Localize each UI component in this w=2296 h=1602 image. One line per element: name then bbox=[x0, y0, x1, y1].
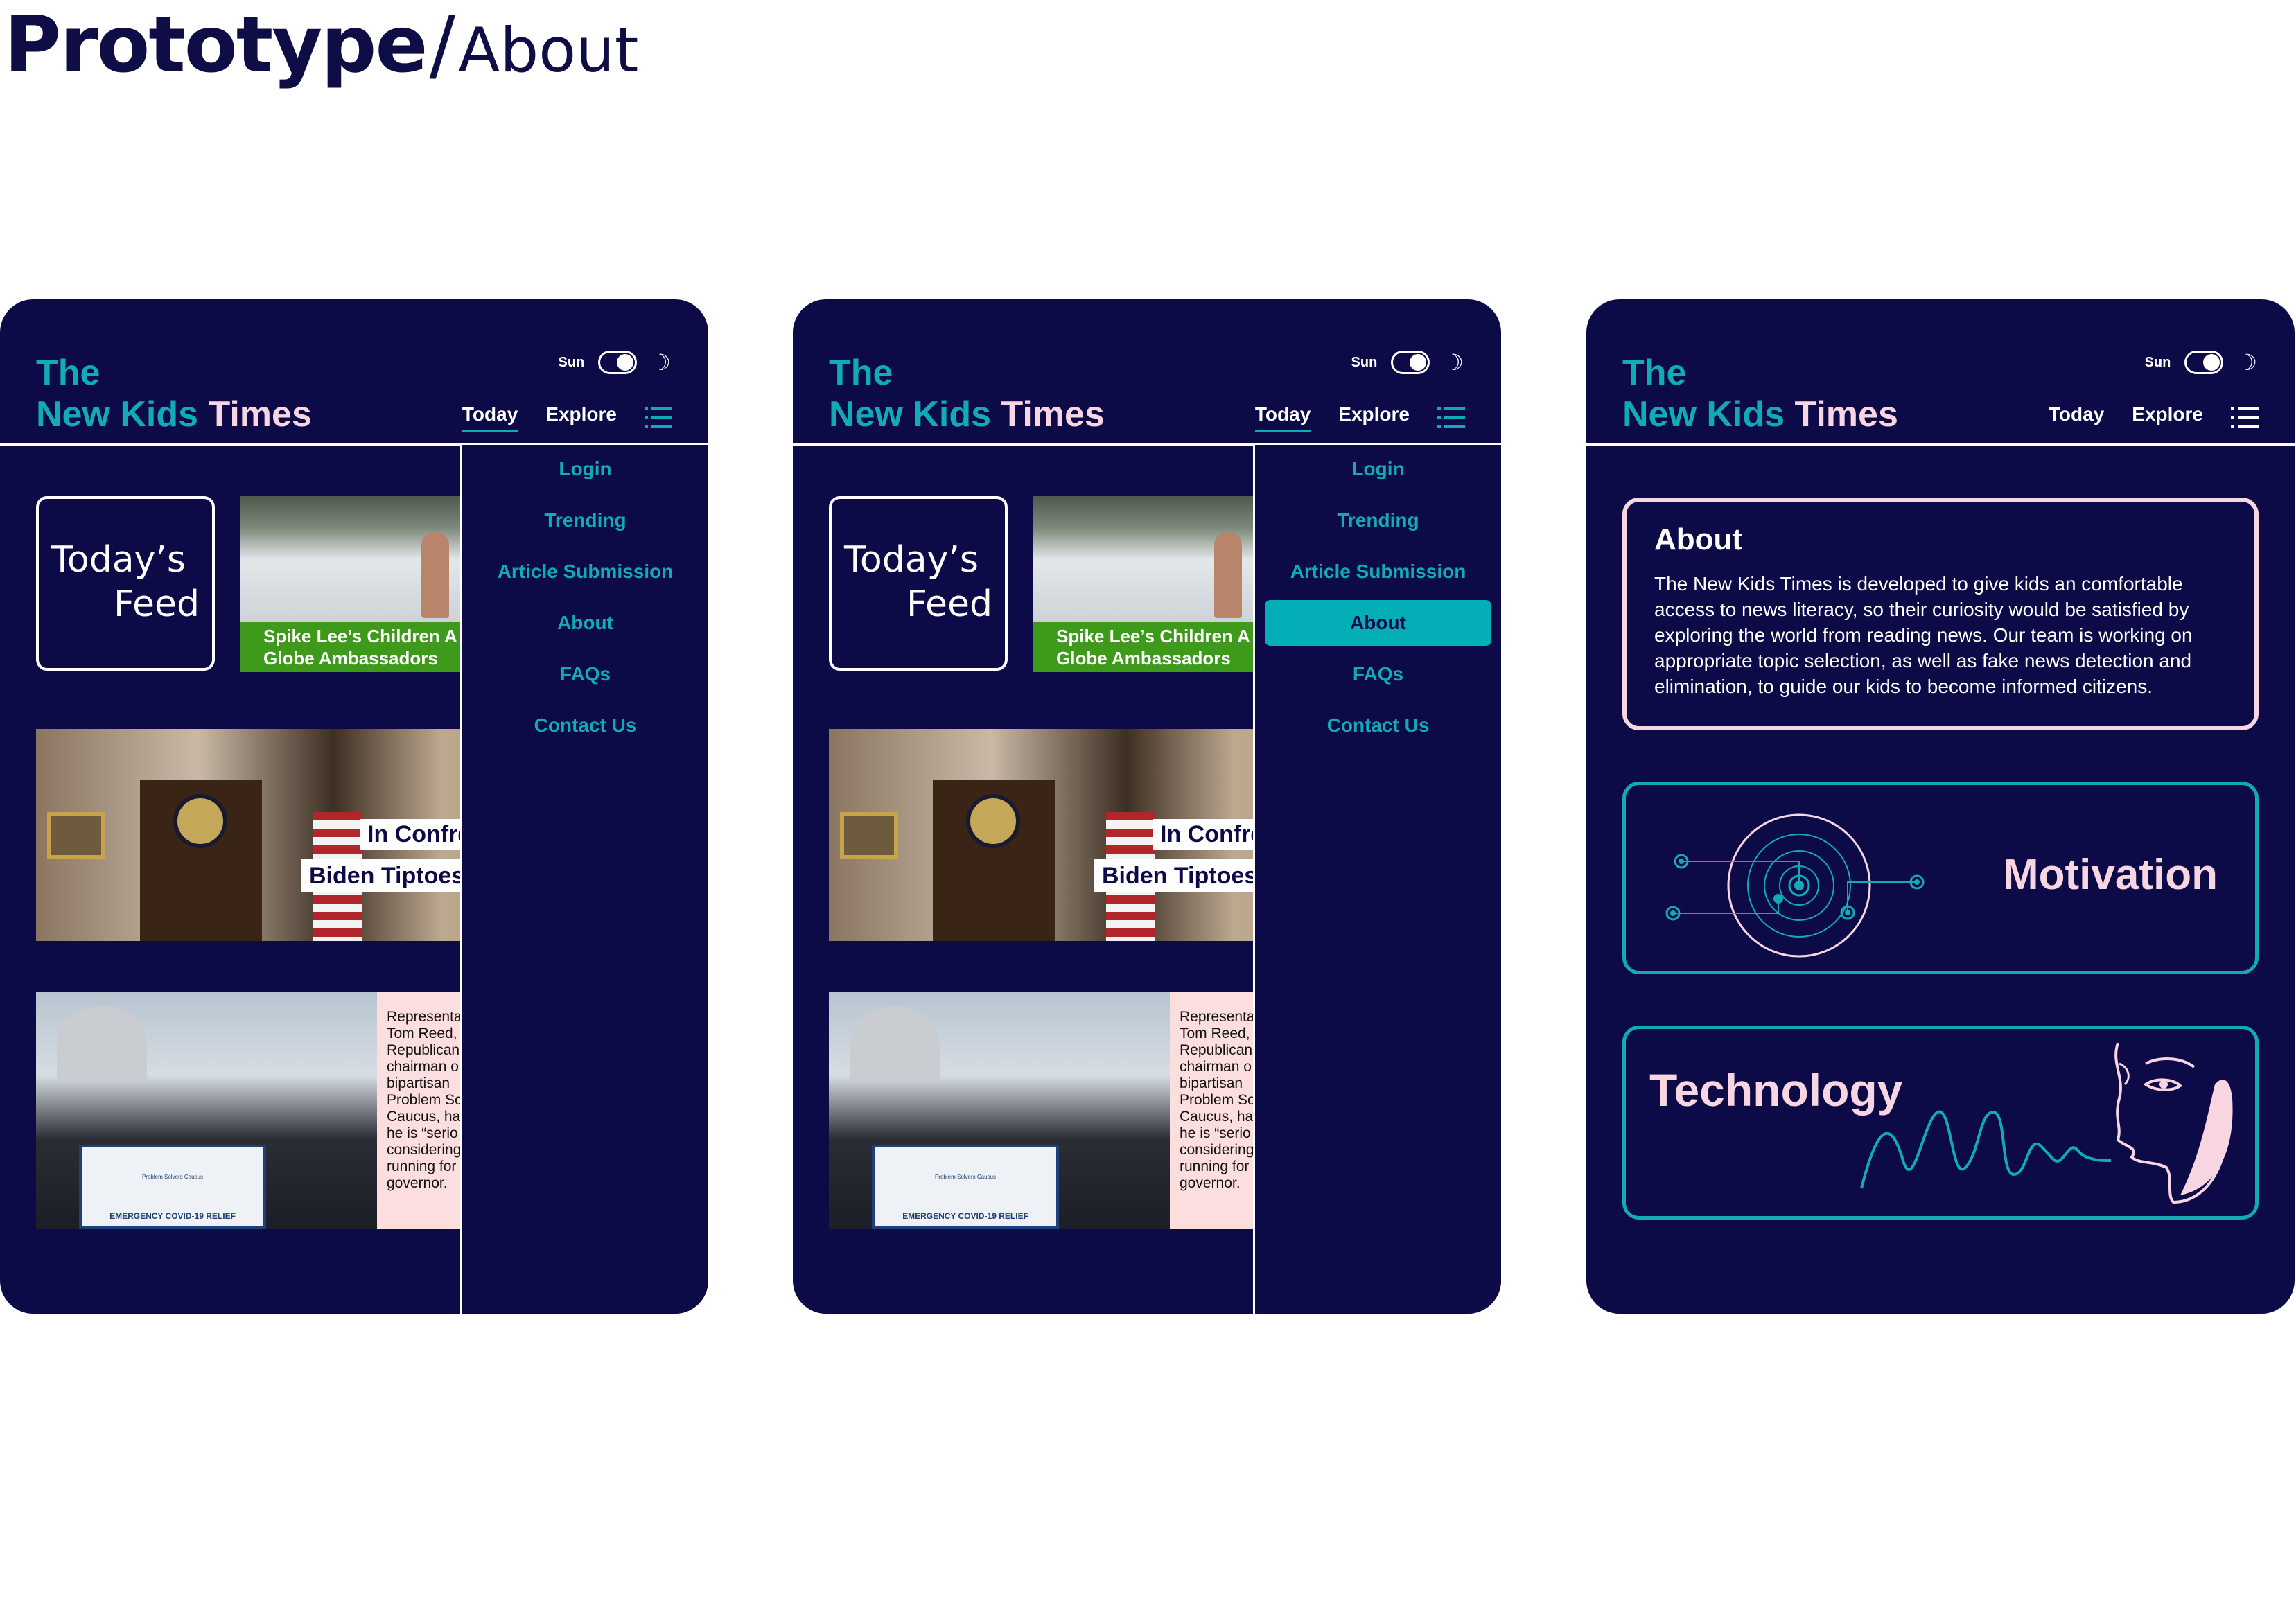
menu-item-article-submission[interactable]: Article Submission bbox=[472, 549, 699, 595]
theme-label: Sun bbox=[2144, 354, 2171, 370]
brand-logo[interactable]: The New Kids Times bbox=[1622, 352, 1898, 435]
menu-item-faqs[interactable]: FAQs bbox=[1265, 651, 1491, 697]
header-divider bbox=[1586, 443, 2295, 446]
headline-tag-2: Biden Tiptoes bbox=[301, 859, 473, 892]
menu-item-login[interactable]: Login bbox=[472, 446, 699, 492]
menu-item-faqs[interactable]: FAQs bbox=[472, 651, 699, 697]
feed-box-line1: Today’s bbox=[51, 539, 186, 581]
theme-label: Sun bbox=[1351, 354, 1378, 370]
list-menu-icon[interactable] bbox=[2231, 407, 2259, 428]
nav-explore[interactable]: Explore bbox=[2132, 403, 2203, 432]
menu-item-trending[interactable]: Trending bbox=[1265, 498, 1491, 543]
menu-item-login[interactable]: Login bbox=[1265, 446, 1491, 492]
article-image: Problem Solvers Caucus EMERGENCY COVID-19… bbox=[36, 992, 377, 1229]
toggle-knob bbox=[2203, 354, 2220, 371]
theme-switcher: Sun ☽ bbox=[559, 351, 671, 374]
page-title: Prototype / About bbox=[4, 0, 638, 111]
theme-toggle[interactable] bbox=[2184, 351, 2224, 374]
article-image: Problem Solvers Caucus EMERGENCY COVID-19… bbox=[829, 992, 1170, 1229]
moon-icon: ☽ bbox=[651, 350, 671, 375]
brand-line2a: New Kids bbox=[829, 394, 992, 434]
menu-item-contact[interactable]: Contact Us bbox=[472, 703, 699, 748]
lectern-org: Problem Solvers Caucus bbox=[141, 1174, 204, 1180]
top-nav: Today Explore bbox=[2049, 403, 2259, 432]
list-menu-icon[interactable] bbox=[1437, 407, 1465, 428]
brand-logo[interactable]: The New Kids Times bbox=[829, 352, 1105, 435]
motivation-label: Motivation bbox=[2003, 851, 2218, 899]
feed-box-line1: Today’s bbox=[844, 539, 979, 581]
nav-explore[interactable]: Explore bbox=[1338, 403, 1410, 432]
brand-line2a: New Kids bbox=[36, 394, 199, 434]
theme-toggle[interactable] bbox=[1391, 351, 1430, 374]
moon-icon: ☽ bbox=[2237, 350, 2257, 375]
nav-today[interactable]: Today bbox=[1254, 403, 1311, 432]
moon-icon: ☽ bbox=[1444, 350, 1464, 375]
side-menu: Login Trending Article Submission About … bbox=[460, 445, 708, 1314]
lectern-org: Problem Solvers Caucus bbox=[934, 1174, 997, 1180]
menu-item-article-submission[interactable]: Article Submission bbox=[1265, 549, 1491, 595]
todays-feed-box: Today’s Feed bbox=[36, 496, 215, 671]
theme-toggle[interactable] bbox=[598, 351, 638, 374]
feed-box-line2: Feed bbox=[113, 583, 200, 625]
nav-explore[interactable]: Explore bbox=[545, 403, 617, 432]
frame-menu-about-selected: The New Kids Times Sun ☽ Today Explore T… bbox=[793, 299, 1501, 1314]
face-wave-icon bbox=[1860, 1042, 2233, 1204]
lectern-banner: EMERGENCY COVID-19 RELIEF bbox=[902, 1211, 1028, 1221]
brand-logo[interactable]: The New Kids Times bbox=[36, 352, 312, 435]
feed-box-line2: Feed bbox=[906, 583, 992, 625]
toggle-knob bbox=[1410, 354, 1427, 371]
menu-item-about[interactable]: About bbox=[1265, 600, 1491, 646]
lectern-banner: EMERGENCY COVID-19 RELIEF bbox=[109, 1211, 236, 1221]
side-menu: Login Trending Article Submission About … bbox=[1253, 445, 1501, 1314]
technology-card[interactable]: Technology bbox=[1622, 1026, 2259, 1220]
toggle-knob bbox=[617, 354, 634, 371]
menu-item-about[interactable]: About bbox=[472, 600, 699, 646]
brand-line1: The bbox=[829, 353, 893, 393]
top-nav: Today Explore bbox=[1254, 403, 1465, 432]
theme-switcher: Sun ☽ bbox=[1351, 351, 1464, 374]
frame-feed-menu: The New Kids Times Sun ☽ Today Explore T… bbox=[0, 299, 708, 1314]
nav-today[interactable]: Today bbox=[2049, 403, 2104, 432]
nav-today[interactable]: Today bbox=[462, 403, 518, 432]
brand-line2b: Times bbox=[1001, 394, 1105, 434]
about-card: About The New Kids Times is developed to… bbox=[1622, 498, 2259, 730]
radar-icon bbox=[1665, 813, 1925, 958]
brand-line2b: Times bbox=[208, 394, 312, 434]
about-heading: About bbox=[1654, 522, 1743, 556]
top-nav: Today Explore bbox=[462, 403, 672, 432]
brand-line2a: New Kids bbox=[1622, 394, 1785, 434]
frame-about-page: The New Kids Times Sun ☽ Today Explore A… bbox=[1586, 299, 2295, 1314]
theme-switcher: Sun ☽ bbox=[2145, 351, 2257, 374]
about-body: The New Kids Times is developed to give … bbox=[1654, 573, 2193, 697]
todays-feed-box: Today’s Feed bbox=[829, 496, 1008, 671]
brand-line1: The bbox=[36, 353, 100, 393]
theme-label: Sun bbox=[558, 354, 585, 370]
headline-tag-2: Biden Tiptoes bbox=[1094, 859, 1266, 892]
page-title-separator: / bbox=[429, 0, 456, 90]
list-menu-icon[interactable] bbox=[645, 407, 672, 428]
page-title-sub: About bbox=[458, 15, 639, 86]
menu-item-trending[interactable]: Trending bbox=[472, 498, 699, 543]
motivation-card[interactable]: Motivation bbox=[1622, 782, 2259, 974]
brand-line2b: Times bbox=[1794, 394, 1898, 434]
page-title-main: Prototype bbox=[4, 0, 428, 90]
brand-line1: The bbox=[1622, 353, 1687, 393]
menu-item-contact[interactable]: Contact Us bbox=[1265, 703, 1491, 748]
